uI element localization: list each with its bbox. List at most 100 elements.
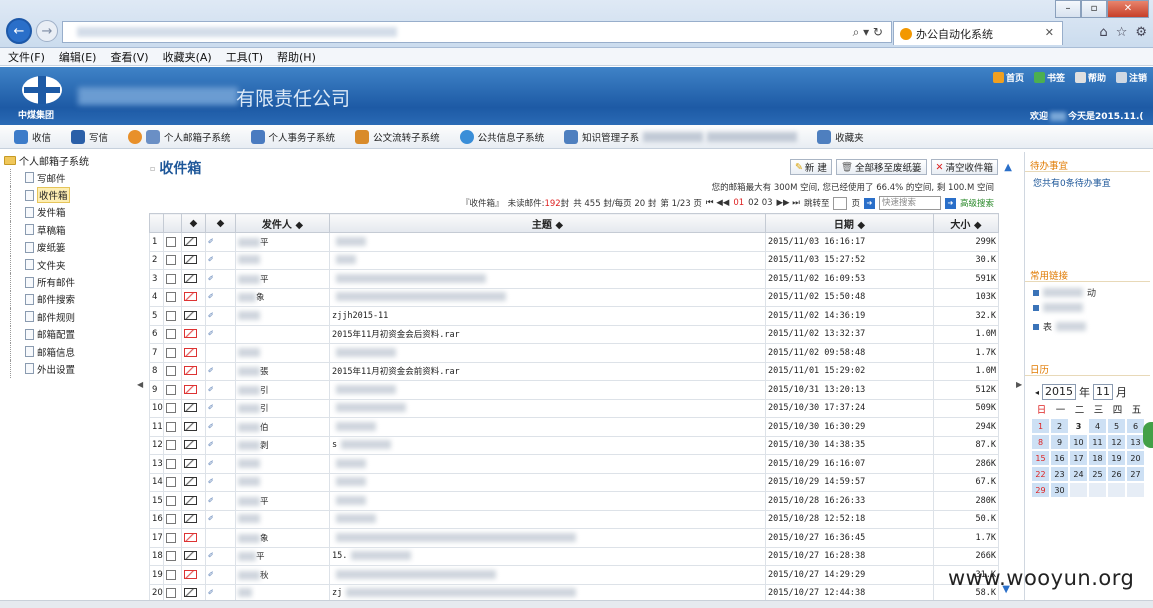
row-sender[interactable] — [235, 250, 330, 270]
table-row[interactable]: 5 ✐ zjjh2015-11 2015/11/02 14:36:19 32.K — [149, 306, 999, 326]
current-page-link[interactable]: 01 — [733, 198, 744, 208]
col-size-sort[interactable]: 大小 ◆ — [933, 213, 999, 233]
move-all-to-trash-button[interactable]: 🗑 全部移至废纸篓 — [835, 159, 927, 175]
minimize-button[interactable]: – — [1055, 0, 1081, 18]
calendar-day[interactable]: 15 — [1031, 450, 1050, 466]
calendar-day[interactable]: 2 — [1050, 418, 1069, 434]
calendar-day[interactable]: 10 — [1069, 434, 1088, 450]
row-checkbox[interactable] — [166, 440, 176, 450]
sidebar-item-trash[interactable]: 废纸篓 — [10, 238, 140, 256]
horizontal-scrollbar[interactable] — [0, 600, 1153, 608]
row-subject[interactable] — [329, 287, 766, 307]
row-sender[interactable]: 秋 — [235, 565, 330, 585]
sidebar-item-away[interactable]: 外出设置 — [10, 360, 140, 378]
calendar-day[interactable]: 26 — [1107, 466, 1126, 482]
sidebar-item-outbox[interactable]: 发件箱 — [10, 203, 140, 222]
row-sender[interactable] — [235, 472, 330, 492]
back-button[interactable]: ← — [6, 18, 32, 44]
tree-root-personal-mail[interactable]: 个人邮箱子系统 — [0, 152, 140, 169]
module-personal-affairs[interactable]: 个人事务子系统 — [250, 129, 335, 144]
calendar-day[interactable]: 4 — [1088, 418, 1107, 434]
row-subject[interactable]: 2015年11月初资金会前资料.rar — [329, 361, 766, 381]
tab-close-icon[interactable]: ✕ — [1045, 26, 1054, 39]
row-checkbox[interactable] — [166, 569, 176, 580]
row-subject[interactable] — [329, 565, 766, 585]
common-link-2[interactable] — [1033, 303, 1087, 312]
row-subject[interactable]: 15. — [329, 546, 766, 566]
row-subject[interactable] — [329, 398, 766, 418]
row-checkbox[interactable] — [166, 255, 176, 265]
row-checkbox[interactable] — [166, 273, 176, 284]
settings-gear-icon[interactable]: ⚙ — [1135, 25, 1147, 40]
logout-link[interactable]: 注销 — [1115, 71, 1147, 84]
module-document-flow[interactable]: 公文流转子系统 — [355, 129, 440, 144]
row-checkbox[interactable] — [166, 310, 176, 321]
next-last-page-icon[interactable]: ▶▶ ⏭ — [777, 198, 800, 208]
sidebar-collapse-arrow-icon[interactable]: ◀ — [137, 380, 143, 389]
empty-inbox-button[interactable]: ✕ 清空收件箱 — [930, 159, 998, 175]
jump-go-icon[interactable]: ➜ — [863, 197, 875, 209]
row-sender[interactable]: 張 — [235, 361, 330, 381]
calendar-month-input[interactable]: 11 — [1093, 384, 1114, 400]
module-knowledge[interactable]: 知识管理子系 — [564, 129, 798, 144]
sidebar-item-rules[interactable]: 邮件规则 — [10, 308, 140, 326]
col-status-sort[interactable]: ◆ — [181, 213, 206, 233]
row-subject[interactable] — [329, 417, 766, 437]
page-links[interactable]: 02 03 — [748, 198, 772, 208]
module-favorites[interactable]: 收藏夹 — [817, 129, 864, 144]
row-checkbox[interactable] — [166, 384, 176, 395]
row-checkbox[interactable] — [166, 329, 176, 339]
table-row[interactable]: 4 ✐ 象 2015/11/02 15:50:48 103K — [149, 287, 999, 307]
table-row[interactable]: 19 ✐ 秋 2015/10/27 14:29:29 31.K — [149, 565, 999, 585]
calendar-day[interactable]: 20 — [1126, 450, 1145, 466]
sidebar-item-info[interactable]: 邮箱信息 — [10, 342, 140, 361]
calendar-day[interactable]: 30 — [1050, 482, 1069, 498]
address-bar[interactable]: ⌕ ▾ ↻ — [62, 21, 892, 43]
calendar-day[interactable]: 9 — [1050, 434, 1069, 450]
row-subject[interactable] — [329, 232, 766, 252]
forward-button[interactable]: → — [36, 20, 58, 42]
row-sender[interactable] — [235, 509, 330, 529]
sidebar-item-drafts[interactable]: 草稿箱 — [10, 221, 140, 239]
calendar-prev-icon[interactable]: ◂ — [1035, 388, 1039, 397]
table-row[interactable]: 3 ✐ 平 2015/11/02 16:09:53 591K — [149, 269, 999, 289]
row-subject[interactable] — [329, 472, 766, 492]
calendar-day[interactable]: 17 — [1069, 450, 1088, 466]
browser-tab[interactable]: 办公自动化系统 ✕ — [893, 21, 1063, 45]
common-link-3[interactable]: 表 — [1033, 320, 1087, 333]
calendar-day[interactable]: 27 — [1126, 466, 1145, 482]
row-subject[interactable]: 2015年11月初资金会后资料.rar — [329, 324, 766, 344]
row-subject[interactable] — [329, 250, 766, 270]
calendar-day[interactable]: 8 — [1031, 434, 1050, 450]
row-checkbox[interactable] — [166, 403, 176, 413]
row-sender[interactable]: 象 — [235, 528, 330, 548]
row-sender[interactable] — [235, 343, 330, 363]
row-sender[interactable]: 引 — [235, 398, 330, 418]
table-row[interactable]: 12 ✐ 剥 s 2015/10/30 14:38:35 87.K — [149, 435, 999, 455]
todo-text[interactable]: 您共有0条待办事宜 — [1033, 176, 1111, 189]
row-subject[interactable]: s — [329, 435, 766, 455]
table-row[interactable]: 9 ✐ 引 2015/10/31 13:20:13 512K — [149, 380, 999, 400]
write-mail-button[interactable]: 写信 — [71, 129, 108, 144]
col-date-sort[interactable]: 日期 ◆ — [765, 213, 934, 233]
table-row[interactable]: 13 ✐ 2015/10/29 16:16:07 286K — [149, 454, 999, 474]
table-row[interactable]: 18 ✐ 平 15. 2015/10/27 16:28:38 266K — [149, 546, 999, 566]
sidebar-item-folders[interactable]: 文件夹 — [10, 255, 140, 274]
row-subject[interactable] — [329, 269, 766, 289]
jump-page-input[interactable] — [833, 196, 848, 210]
row-sender[interactable]: 引 — [235, 380, 330, 400]
row-checkbox[interactable] — [166, 347, 176, 358]
table-row[interactable]: 1 ✐ 平 2015/11/03 16:16:17 299K — [149, 232, 999, 252]
help-link[interactable]: 帮助 — [1074, 71, 1106, 84]
calendar-day[interactable]: 18 — [1088, 450, 1107, 466]
calendar-day[interactable]: 25 — [1088, 466, 1107, 482]
calendar-day[interactable]: 29 — [1031, 482, 1050, 498]
row-subject[interactable] — [329, 528, 766, 548]
table-row[interactable]: 8 ✐ 張 2015年11月初资金会前资料.rar 2015/11/01 15:29:0… — [149, 361, 999, 381]
table-row[interactable]: 16 ✐ 2015/10/28 12:52:18 50.K — [149, 509, 999, 529]
table-row[interactable]: 10 ✐ 引 2015/10/30 17:37:24 509K — [149, 398, 999, 418]
row-checkbox[interactable] — [166, 477, 176, 487]
row-checkbox[interactable] — [166, 514, 176, 524]
row-subject[interactable]: zjjh2015-11 — [329, 306, 766, 326]
quick-search-input[interactable]: 快速搜索 — [878, 196, 941, 210]
